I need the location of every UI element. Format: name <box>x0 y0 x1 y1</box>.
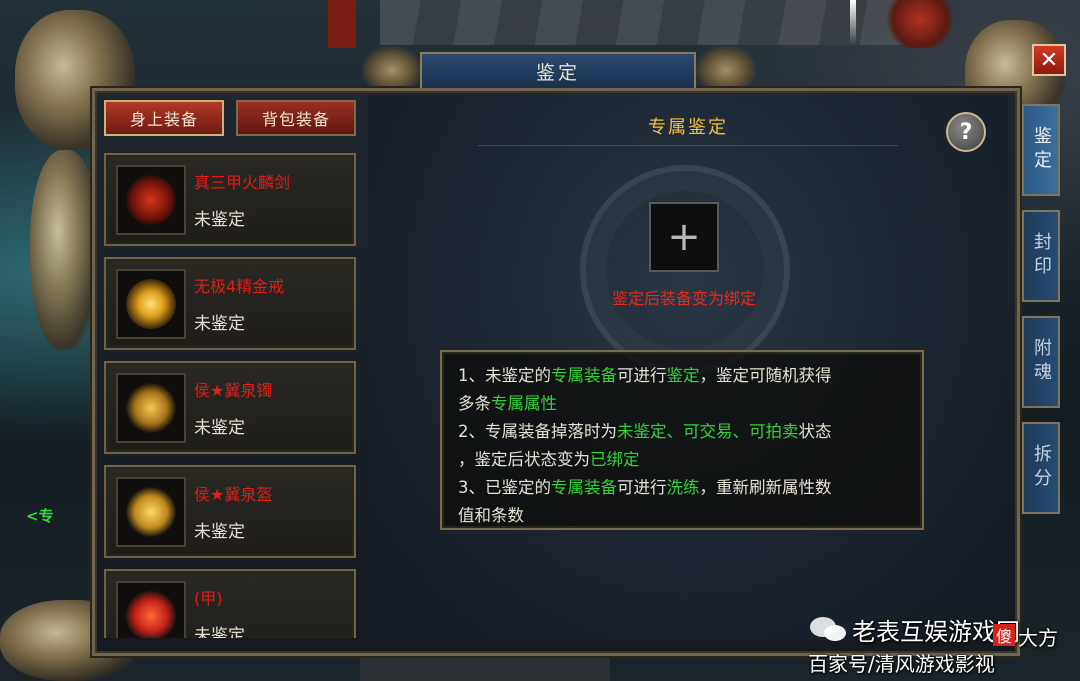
tab-bag-equipment-label: 背包装备 <box>261 110 330 129</box>
rule-text: 3、已鉴定的 <box>458 478 551 497</box>
rule-highlight: 专属装备 <box>551 478 617 497</box>
armor-icon <box>116 581 186 638</box>
rule-text: 可进行 <box>617 366 667 385</box>
side-tab-split-label: 拆分 <box>1031 444 1052 492</box>
equipment-item[interactable]: 无极4精金戒 未鉴定 <box>104 257 356 350</box>
rule-text: ，重新刷新属性数 <box>699 478 832 497</box>
rule-line-5: 3、已鉴定的专属装备可进行洗练，重新刷新属性数 <box>458 474 906 502</box>
equipment-item-name: 无极4精金戒 <box>194 277 285 296</box>
ring-icon <box>116 269 186 339</box>
bottom-status-bar <box>360 658 610 681</box>
watermark-badge: 傻 <box>993 624 1015 646</box>
rule-text: 可进行 <box>617 478 667 497</box>
tab-bag-equipment[interactable]: 背包装备 <box>236 100 356 136</box>
rule-text: 1、未鉴定的 <box>458 366 551 385</box>
question-icon: ? <box>959 119 973 145</box>
equipment-list[interactable]: 真三甲火麟剑 未鉴定 无极4精金戒 未鉴定 侯★冀泉镯 未鉴定 侯★冀泉盔 未鉴… <box>104 153 358 638</box>
equipment-item-status: 未鉴定 <box>194 210 245 230</box>
title-divider <box>478 145 898 146</box>
watermark-tail: 大方 <box>1018 626 1058 650</box>
wechat-logo-icon <box>810 617 846 641</box>
equipment-slot[interactable]: + <box>649 202 719 272</box>
window-title: 鉴定 <box>420 52 696 88</box>
rule-text: ，鉴定后状态变为 <box>458 450 590 469</box>
side-tab-soul[interactable]: 附魂 <box>1022 316 1060 408</box>
side-tab-soul-label: 附魂 <box>1031 338 1052 386</box>
helmet-icon <box>116 477 186 547</box>
window-title-text: 鉴定 <box>535 61 580 84</box>
equipment-item-status: 未鉴定 <box>194 522 245 542</box>
background-monster <box>885 0 955 48</box>
equipment-item[interactable]: 侯★冀泉盔 未鉴定 <box>104 465 356 558</box>
close-button[interactable]: ✕ <box>1032 44 1066 76</box>
side-tab-split[interactable]: 拆分 <box>1022 422 1060 514</box>
side-tab-seal-label: 封印 <box>1031 232 1052 280</box>
equipment-item-name: 侯★冀泉镯 <box>194 381 273 400</box>
equipment-item[interactable]: (甲) 未鉴定 <box>104 569 356 638</box>
title-ornament-right <box>696 46 756 86</box>
appraisal-content: 专属鉴定 ? + 鉴定后装备变为绑定 1、未鉴定的专属装备可进行鉴定，鉴定可随机… <box>368 95 1008 640</box>
rule-text: 状态 <box>798 422 832 441</box>
equipment-item-name: (甲) <box>194 589 223 608</box>
rule-text: 值和条数 <box>458 506 524 525</box>
equipment-item-name: 真三甲火麟剑 <box>194 173 291 192</box>
equipment-item-status: 未鉴定 <box>194 314 245 334</box>
close-icon: ✕ <box>1039 47 1059 73</box>
sword-icon <box>116 165 186 235</box>
side-tab-appraise[interactable]: 鉴定 <box>1022 104 1060 196</box>
background-red-banner <box>328 0 356 48</box>
rule-highlight: 已绑定 <box>590 450 640 469</box>
dragon-ornament-left <box>30 150 100 350</box>
equipment-item[interactable]: 真三甲火麟剑 未鉴定 <box>104 153 356 246</box>
watermark-badge-text: 傻 <box>995 627 1012 646</box>
equipment-item-status: 未鉴定 <box>194 626 245 638</box>
chat-channel-indicator[interactable]: <专 <box>26 505 54 526</box>
bind-notice: 鉴定后装备变为绑定 <box>611 289 756 308</box>
help-button[interactable]: ? <box>946 112 986 152</box>
rules-description: 1、未鉴定的专属装备可进行鉴定，鉴定可随机获得 多条专属属性 2、专属装备掉落时… <box>440 350 924 530</box>
rule-text: 2、专属装备掉落时为 <box>458 422 617 441</box>
equipment-item[interactable]: 侯★冀泉镯 未鉴定 <box>104 361 356 454</box>
watermark-line-2: 百家号/清风游戏影视 <box>808 652 995 676</box>
equipment-item-name: 侯★冀泉盔 <box>194 485 273 504</box>
rule-line-1: 1、未鉴定的专属装备可进行鉴定，鉴定可随机获得 <box>458 362 906 390</box>
equipment-column: 身上装备 背包装备 真三甲火麟剑 未鉴定 无极4精金戒 未鉴定 侯★冀泉镯 未鉴… <box>100 95 360 640</box>
rule-highlight: 专属装备 <box>551 366 617 385</box>
plus-icon: + <box>667 214 701 260</box>
rule-highlight: 专属属性 <box>491 394 557 413</box>
rule-highlight: 洗练 <box>666 478 700 497</box>
rule-line-3: 2、专属装备掉落时为未鉴定、可交易、可拍卖状态 <box>458 418 906 446</box>
equipment-item-status: 未鉴定 <box>194 418 245 438</box>
bracelet-icon <box>116 373 186 443</box>
side-tab-seal[interactable]: 封印 <box>1022 210 1060 302</box>
title-ornament-left <box>362 46 422 86</box>
tab-worn-equipment-label: 身上装备 <box>129 110 198 129</box>
rule-highlight: 鉴定 <box>666 366 700 385</box>
rule-line-4: ，鉴定后状态变为已绑定 <box>458 446 906 474</box>
rule-line-2: 多条专属属性 <box>458 390 906 418</box>
section-title: 专属鉴定 <box>648 117 728 138</box>
side-tab-appraise-label: 鉴定 <box>1031 126 1052 174</box>
rule-text: ，鉴定可随机获得 <box>699 366 832 385</box>
rule-text: 多条 <box>458 394 491 413</box>
background-light-beam <box>850 0 856 45</box>
background-stone-floor <box>380 0 940 45</box>
rule-highlight: 未鉴定、可交易、可拍卖 <box>617 422 799 441</box>
tab-worn-equipment[interactable]: 身上装备 <box>104 100 224 136</box>
rule-line-6: 值和条数 <box>458 502 906 530</box>
